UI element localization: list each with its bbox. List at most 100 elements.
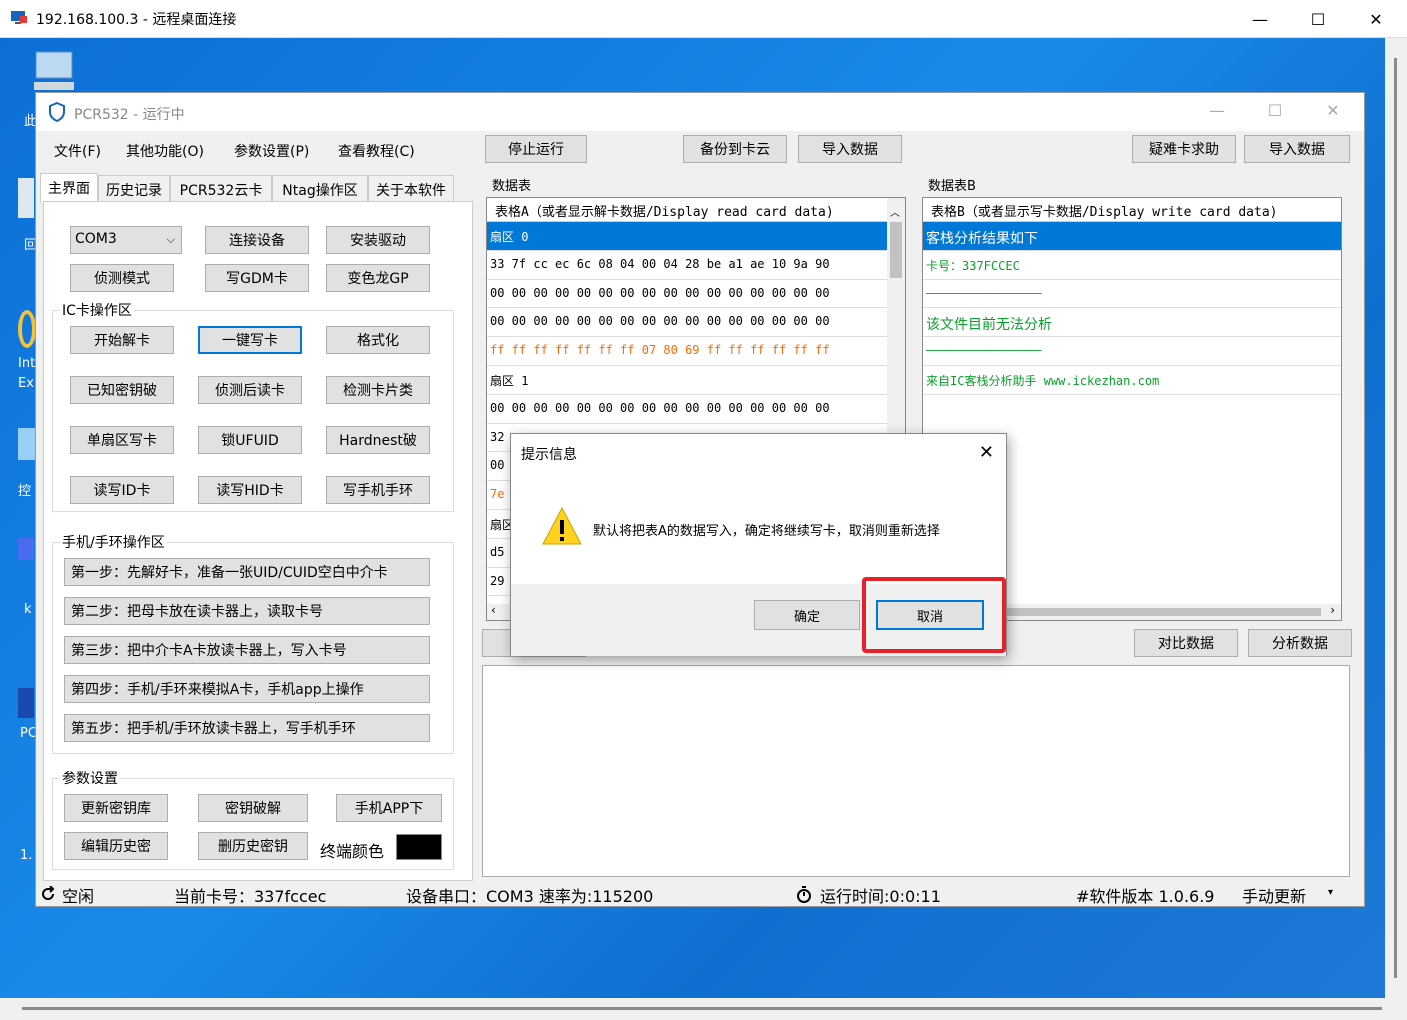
detect-mode-button[interactable]: 侦测模式: [70, 264, 174, 292]
backup-cloud-button[interactable]: 备份到卡云: [683, 135, 787, 163]
table-row[interactable]: 卡号：337FCCEC: [923, 251, 1341, 280]
read-write-hid-button[interactable]: 读写HID卡: [198, 476, 302, 504]
lock-ufuid-button[interactable]: 锁UFUID: [198, 426, 302, 454]
browser-icon[interactable]: [18, 310, 36, 348]
stop-button[interactable]: 停止运行: [485, 135, 587, 163]
rdp-titlebar: 192.168.100.3 - 远程桌面连接 — ☐ ✕: [0, 0, 1407, 38]
dropdown-arrow-icon[interactable]: ▾: [1328, 887, 1333, 898]
chevron-right-icon[interactable]: ›: [1330, 603, 1335, 617]
app-shortcut-icon[interactable]: [18, 688, 34, 718]
update-keys-button[interactable]: 更新密钥库: [64, 794, 168, 822]
desktop-icon-label[interactable]: 控: [18, 480, 31, 499]
single-sector-write-button[interactable]: 单扇区写卡: [70, 426, 174, 454]
desktop-icon-label[interactable]: Ex: [18, 376, 34, 391]
control-panel-icon[interactable]: [18, 428, 36, 460]
table-row[interactable]: ————————————————: [923, 337, 1341, 366]
tab-main[interactable]: 主界面: [40, 173, 98, 203]
check-card-type-button[interactable]: 检测卡片类: [326, 376, 430, 404]
minimize-icon[interactable]: —: [1194, 101, 1240, 125]
manual-update-button[interactable]: 手动更新: [1242, 883, 1306, 907]
terminal-color-swatch[interactable]: [396, 834, 442, 860]
analyze-data-button[interactable]: 分析数据: [1248, 629, 1352, 657]
install-driver-button[interactable]: 安装驱动: [326, 226, 430, 254]
chevron-up-icon[interactable]: ︿: [890, 204, 900, 219]
computer-icon[interactable]: [30, 50, 78, 94]
phone-step-3-button[interactable]: 第三步：把中介卡A卡放读卡器上，写入卡号: [64, 636, 430, 664]
minimize-icon[interactable]: —: [1232, 4, 1288, 34]
table-row[interactable]: 扇区 1: [487, 366, 905, 395]
tab-about[interactable]: 关于本软件: [368, 175, 454, 201]
table-row[interactable]: 00 00 00 00 00 00 00 00 00 00 00 00 00 0…: [487, 308, 905, 338]
vertical-scrollbar[interactable]: [1385, 38, 1407, 998]
horizontal-scrollbar[interactable]: [0, 998, 1407, 1020]
table-row[interactable]: 00 00 00 00 00 00 00 00 00 00 00 00 00 0…: [487, 280, 905, 309]
table-row[interactable]: 扇区 0: [487, 222, 905, 251]
dialog-message: 默认将把表A的数据写入，确定将继续写卡，取消则重新选择: [593, 524, 940, 539]
format-button[interactable]: 格式化: [326, 326, 430, 354]
phone-app-download-button[interactable]: 手机APP下: [336, 794, 442, 822]
close-icon[interactable]: ✕: [1310, 101, 1356, 125]
phone-step-2-button[interactable]: 第二步：把母卡放在读卡器上，读取卡号: [64, 597, 430, 625]
import-data-button[interactable]: 导入数据: [798, 135, 902, 163]
write-gdm-button[interactable]: 写GDM卡: [205, 264, 309, 292]
rdp-title: 192.168.100.3 - 远程桌面连接: [36, 12, 237, 28]
table-row[interactable]: 来自IC客栈分析助手 www.ickezhan.com: [923, 366, 1341, 395]
highlight-box: [862, 577, 1006, 653]
main-panel: COM3 ⌵ 连接设备 安装驱动 侦测模式 写GDM卡 变色龙GP IC卡操作区…: [43, 201, 473, 881]
phone-step-5-button[interactable]: 第五步：把手机/手环放读卡器上，写手机手环: [64, 714, 430, 742]
phone-step-1-button[interactable]: 第一步：先解好卡，准备一张UID/CUID空白中介卡: [64, 558, 430, 586]
close-icon[interactable]: ✕: [1348, 4, 1404, 34]
status-port: 设备串口：COM3 速率为:115200: [406, 887, 654, 906]
maximize-icon[interactable]: ☐: [1252, 101, 1298, 125]
one-click-write-button[interactable]: 一键写卡: [198, 326, 302, 354]
tab-history[interactable]: 历史记录: [98, 175, 170, 201]
table-b-section-label: 数据表B: [928, 179, 976, 194]
hardnest-crack-button[interactable]: Hardnest破: [326, 426, 430, 454]
import-data-button-2[interactable]: 导入数据: [1244, 135, 1350, 163]
table-row[interactable]: 客栈分析结果如下: [923, 222, 1341, 251]
maximize-icon[interactable]: ☐: [1290, 4, 1346, 34]
app-shortcut-icon[interactable]: [18, 538, 34, 560]
table-row[interactable]: ————————————————: [923, 280, 1341, 309]
com-port-value: COM3: [75, 231, 117, 247]
connect-device-button[interactable]: 连接设备: [205, 226, 309, 254]
table-row[interactable]: 33 7f cc ec 6c 08 04 00 04 28 be a1 ae 1…: [487, 251, 905, 280]
com-port-select[interactable]: COM3 ⌵: [70, 226, 182, 254]
app-title: PCR532 - 运行中: [74, 107, 185, 123]
table-row[interactable]: 该文件目前无法分析: [923, 308, 1341, 338]
known-key-crack-button[interactable]: 已知密钥破: [70, 376, 174, 404]
desktop-icon-label[interactable]: Int: [18, 356, 35, 371]
edit-history-keys-button[interactable]: 编辑历史密: [64, 832, 168, 860]
table-row[interactable]: 00 00 00 00 00 00 00 00 00 00 00 00 00 0…: [487, 395, 905, 424]
tab-ntag[interactable]: Ntag操作区: [272, 175, 368, 201]
table-a-section-label: 数据表: [492, 179, 532, 194]
menu-params[interactable]: 参数设置(P): [234, 141, 309, 161]
detect-read-button[interactable]: 侦测后读卡: [198, 376, 302, 404]
write-phone-band-button[interactable]: 写手机手环: [326, 476, 430, 504]
close-icon[interactable]: ✕: [979, 442, 994, 463]
menu-tutorial[interactable]: 查看教程(C): [338, 141, 415, 161]
delete-history-keys-button[interactable]: 删历史密钥: [198, 832, 308, 860]
scroll-thumb[interactable]: [890, 222, 902, 278]
start-decode-button[interactable]: 开始解卡: [70, 326, 174, 354]
tab-cloud[interactable]: PCR532云卡: [170, 175, 272, 201]
recycle-bin-icon[interactable]: [18, 178, 34, 218]
table-row[interactable]: ff ff ff ff ff ff ff 07 80 69 ff ff ff f…: [487, 337, 905, 366]
app-titlebar: PCR532 - 运行中 — ☐ ✕: [36, 93, 1364, 131]
chameleon-button[interactable]: 变色龙GP: [326, 264, 430, 292]
menu-other[interactable]: 其他功能(O): [126, 141, 204, 161]
shield-icon: [49, 102, 65, 122]
compare-data-button[interactable]: 对比数据: [1134, 629, 1238, 657]
read-write-id-button[interactable]: 读写ID卡: [70, 476, 174, 504]
phone-step-4-button[interactable]: 第四步：手机/手环来模拟A卡，手机app上操作: [64, 675, 430, 703]
ok-button[interactable]: 确定: [754, 600, 860, 630]
desktop-icon-label[interactable]: 1.: [20, 848, 32, 863]
log-output[interactable]: [482, 665, 1350, 877]
status-state: 空闲: [62, 887, 95, 906]
status-version: #软件版本 1.0.6.9: [1076, 887, 1215, 906]
hard-card-help-button[interactable]: 疑难卡求助: [1132, 135, 1236, 163]
chevron-left-icon[interactable]: ‹: [491, 603, 496, 617]
desktop-icon-label[interactable]: k: [24, 602, 32, 617]
key-crack-button[interactable]: 密钥破解: [198, 794, 308, 822]
menu-file[interactable]: 文件(F): [54, 141, 101, 161]
